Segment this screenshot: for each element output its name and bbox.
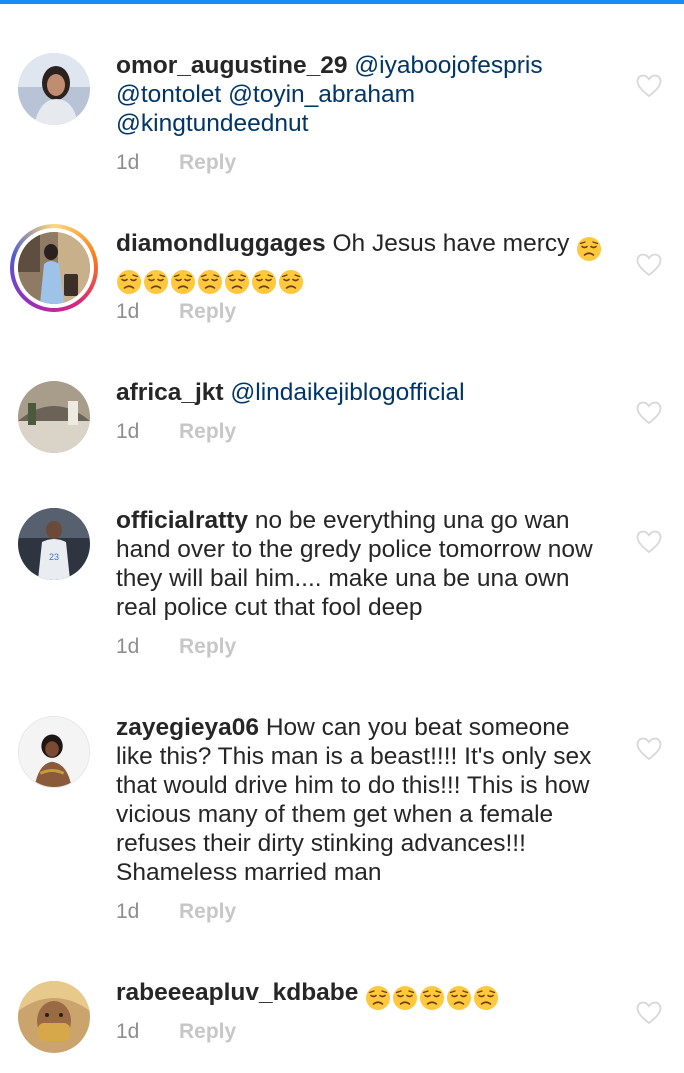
avatar-image — [18, 232, 90, 304]
comment-body-line: vicious many of them get when a female — [116, 801, 554, 828]
comment-text: rabeeeapluv_kdbabe — [116, 978, 616, 1011]
disappointed-face-emoji — [393, 985, 418, 1010]
disappointed-face-emoji — [279, 269, 303, 294]
comment-username[interactable]: rabeeeapluv_kdbabe — [116, 979, 358, 1006]
disappointed-face-emoji — [252, 269, 276, 294]
comment-body: Oh Jesus have mercy — [332, 230, 570, 257]
comment-meta: 1d Reply — [116, 1020, 236, 1044]
reply-button[interactable]: Reply — [179, 151, 236, 174]
disappointed-face-emoji — [198, 269, 222, 294]
avatar[interactable] — [18, 381, 90, 453]
comment-username[interactable]: zayegieya06 — [116, 714, 259, 741]
disappointed-face-emoji — [117, 269, 141, 294]
comment-time: 1d — [116, 635, 140, 658]
comment-time: 1d — [116, 900, 140, 923]
comment-body-line: like this? This man is a beast!!!! It's … — [116, 743, 592, 770]
comment-body-line: real police cut that fool deep — [116, 594, 423, 621]
avatar[interactable] — [18, 53, 90, 125]
mention-link[interactable]: @kingtundeednut — [116, 110, 308, 137]
comment-meta: 1d Reply — [116, 300, 236, 324]
avatar-image — [19, 717, 89, 787]
svg-text:23: 23 — [49, 552, 59, 562]
disappointed-face-emoji — [447, 985, 472, 1010]
comment-time: 1d — [116, 1020, 140, 1043]
mention-link[interactable]: @lindaikejiblogofficial — [230, 379, 464, 406]
mention-link[interactable]: @tontolet — [116, 81, 221, 108]
comment-body-line: they will bail him.... make una be una o… — [116, 565, 570, 592]
comment-body-line: How can you beat someone — [265, 714, 570, 741]
comment-username[interactable]: officialratty — [116, 507, 248, 534]
disappointed-face-emoji — [171, 269, 195, 294]
comment-body-line: refuses their dirty stinking advances!!! — [116, 830, 526, 857]
heart-icon[interactable] — [636, 737, 662, 761]
avatar-image — [18, 381, 90, 453]
heart-icon[interactable] — [636, 74, 662, 98]
emoji-run — [116, 266, 305, 295]
avatar-image — [18, 981, 90, 1053]
comment-time: 1d — [116, 300, 140, 323]
heart-icon[interactable] — [636, 253, 662, 277]
comment-time: 1d — [116, 151, 140, 174]
comment-meta: 1d Reply — [116, 900, 236, 924]
comment-text: omor_augustine_29 @iyaboojofespris @tont… — [116, 51, 616, 138]
top-accent-bar — [0, 0, 684, 4]
comment-body-line: Shameless married man — [116, 859, 382, 886]
heart-icon[interactable] — [636, 1001, 662, 1025]
disappointed-face-emoji — [366, 985, 391, 1010]
emoji-run — [365, 982, 500, 1011]
disappointed-face-emoji — [420, 985, 445, 1010]
comment-body-line: that would drive him to do this!!! This … — [116, 772, 590, 799]
disappointed-face-emoji — [577, 236, 602, 261]
mention-link[interactable]: @iyaboojofespris — [354, 52, 542, 79]
comment-meta: 1d Reply — [116, 151, 236, 175]
comment-username[interactable]: omor_augustine_29 — [116, 52, 347, 79]
reply-button[interactable]: Reply — [179, 900, 236, 923]
comment-text: zayegieya06 How can you beat someone lik… — [116, 713, 616, 887]
comment-text: diamondluggages Oh Jesus have mercy — [116, 229, 616, 295]
comment-username[interactable]: africa_jkt — [116, 379, 224, 406]
reply-button[interactable]: Reply — [179, 635, 236, 658]
comment-body-line: hand over to the gredy police tomorrow n… — [116, 536, 593, 563]
comment-text: officialratty no be everything una go wa… — [116, 506, 616, 622]
avatar-image — [18, 53, 90, 125]
reply-button[interactable]: Reply — [179, 300, 236, 323]
heart-icon[interactable] — [636, 401, 662, 425]
avatar-story-ring[interactable] — [10, 224, 98, 312]
reply-button[interactable]: Reply — [179, 420, 236, 443]
comment-body-line: no be everything una go wan — [254, 507, 570, 534]
disappointed-face-emoji — [144, 269, 168, 294]
avatar[interactable]: 23 — [18, 508, 90, 580]
disappointed-face-emoji — [474, 985, 499, 1010]
comment-meta: 1d Reply — [116, 635, 236, 659]
heart-icon[interactable] — [636, 530, 662, 554]
reply-button[interactable]: Reply — [179, 1020, 236, 1043]
comment-meta: 1d Reply — [116, 420, 236, 444]
avatar[interactable] — [18, 981, 90, 1053]
comment-text: africa_jkt @lindaikejiblogofficial — [116, 378, 616, 407]
emoji-run — [576, 233, 603, 262]
comment-time: 1d — [116, 420, 140, 443]
disappointed-face-emoji — [225, 269, 249, 294]
avatar[interactable] — [18, 716, 90, 788]
avatar-image: 23 — [18, 508, 90, 580]
comment-username[interactable]: diamondluggages — [116, 230, 326, 257]
mention-link[interactable]: @toyin_abraham — [228, 81, 415, 108]
